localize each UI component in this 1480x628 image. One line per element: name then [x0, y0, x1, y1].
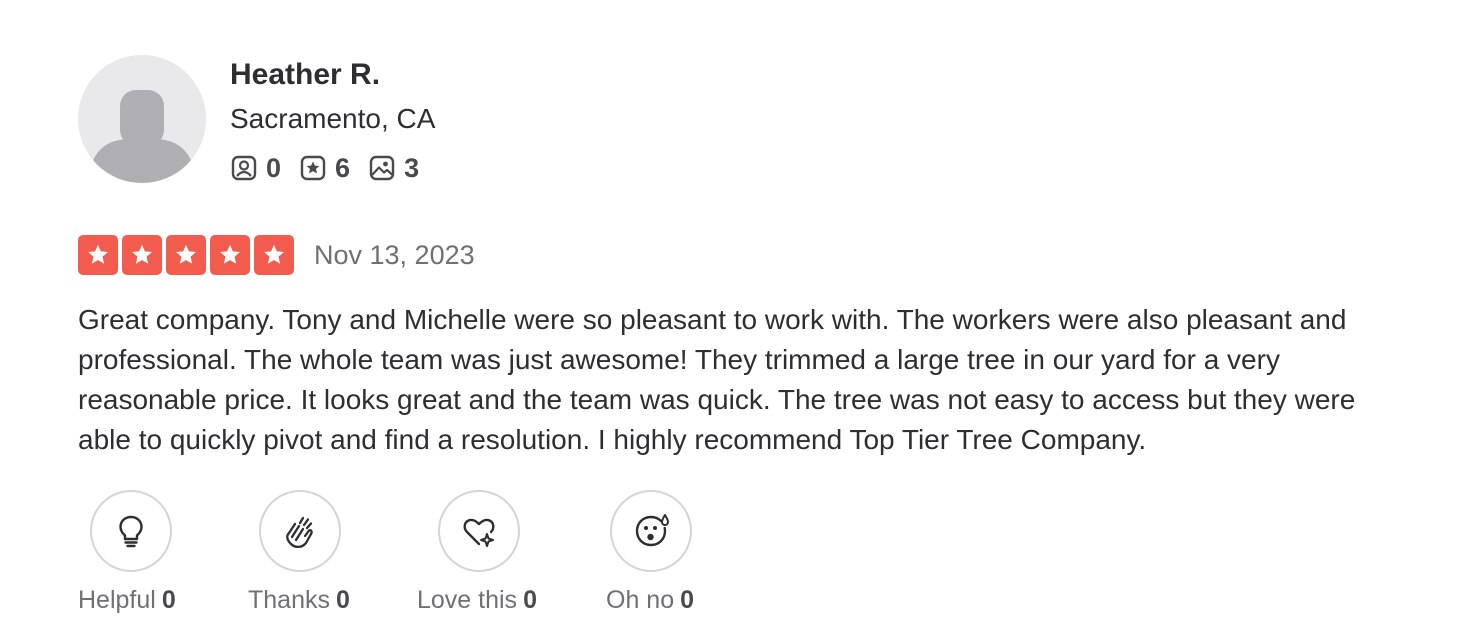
review-text: Great company. Tony and Michelle were so… [78, 304, 1356, 455]
photos-stat: 3 [368, 154, 419, 182]
thanks-button[interactable] [259, 490, 341, 572]
thanks-label: Thanks 0 [248, 584, 350, 616]
oh-no-face-icon [635, 514, 669, 547]
user-name[interactable]: Heather R. [230, 56, 380, 94]
photos-icon [369, 155, 395, 181]
reaction-count: 0 [523, 586, 537, 614]
star-icon [166, 235, 206, 275]
love-this-button[interactable] [438, 490, 520, 572]
reaction-label-text: Love this [417, 586, 518, 614]
oh-no-label: Oh no 0 [606, 584, 694, 616]
star-icon [210, 235, 250, 275]
helpful-button[interactable] [90, 490, 172, 572]
reaction-bar: Helpful 0 Thanks 0 Love this 0 Oh no 0 [0, 490, 1480, 628]
default-user-icon [78, 55, 206, 183]
reaction-label-text: Oh no [606, 586, 675, 614]
oh-no-button[interactable] [610, 490, 692, 572]
user-stats: 0 6 3 [230, 150, 437, 186]
star-icon [78, 235, 118, 275]
lightbulb-icon [119, 515, 143, 548]
reaction-label-text: Helpful [78, 586, 156, 614]
star-icon [122, 235, 162, 275]
reaction-count: 0 [680, 586, 695, 614]
helpful-label: Helpful 0 [78, 584, 176, 616]
heart-sparkle-icon [463, 518, 495, 547]
user-location: Sacramento, CA [230, 103, 436, 134]
rating-row: Nov 13, 2023 [78, 235, 475, 275]
avatar[interactable] [78, 55, 206, 183]
clapping-hands-icon [286, 516, 313, 549]
friends-count: 0 [266, 153, 282, 183]
star-rating [78, 235, 298, 275]
photos-count: 3 [404, 153, 420, 183]
reviews-stat: 6 [299, 154, 350, 182]
star-icon [254, 235, 294, 275]
love-this-label: Love this 0 [417, 584, 537, 616]
friends-stat: 0 [230, 154, 281, 182]
friends-icon [231, 155, 257, 181]
review-date: Nov 13, 2023 [314, 239, 475, 270]
reviews-count: 6 [335, 153, 351, 183]
reviews-icon [300, 155, 326, 181]
reaction-count: 0 [335, 586, 350, 614]
reaction-count: 0 [161, 586, 176, 614]
reaction-label-text: Thanks [248, 586, 330, 614]
